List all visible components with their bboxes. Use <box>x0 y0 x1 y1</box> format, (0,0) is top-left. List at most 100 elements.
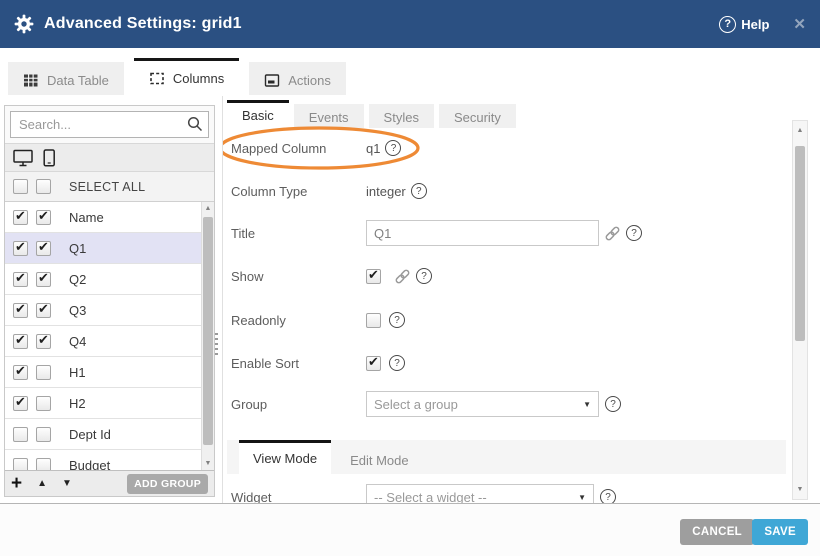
readonly-checkbox[interactable]: ✔ <box>366 313 381 328</box>
tab-edit-mode[interactable]: Edit Mode <box>336 444 423 474</box>
search-icon[interactable] <box>186 115 204 133</box>
move-up-button[interactable]: ▲ <box>37 478 47 489</box>
desktop-checkbox[interactable]: ✔ <box>13 272 28 287</box>
field-widget: Widget -- Select a widget -- ▼ ? <box>231 484 782 503</box>
desktop-checkbox[interactable]: ✔ <box>13 334 28 349</box>
mobile-checkbox[interactable]: ✔ <box>36 427 51 442</box>
group-select-value: Select a group <box>374 397 458 412</box>
scroll-down-icon[interactable]: ▼ <box>202 460 214 467</box>
list-item[interactable]: ✔ ✔ Q3 <box>5 295 214 326</box>
help-icon[interactable]: ? <box>385 140 401 156</box>
column-label: Budget <box>69 458 110 471</box>
help-circle-icon[interactable]: ? <box>719 16 736 33</box>
search-input[interactable] <box>10 111 209 138</box>
move-down-button[interactable]: ▼ <box>62 478 72 489</box>
desktop-checkbox[interactable]: ✔ <box>13 210 28 225</box>
help-icon[interactable]: ? <box>389 312 405 328</box>
tab-data-table[interactable]: Data Table <box>8 62 124 95</box>
tab-actions[interactable]: Actions <box>249 62 346 95</box>
columns-marquee-icon <box>149 71 165 86</box>
dialog-footer: CANCEL SAVE <box>0 504 820 556</box>
help-icon[interactable]: ? <box>626 225 642 241</box>
subtab-events[interactable]: Events <box>294 104 364 128</box>
select-all-desktop-checkbox[interactable]: ✔ <box>13 179 28 194</box>
close-icon[interactable]: ✕ <box>793 15 806 33</box>
mobile-checkbox[interactable]: ✔ <box>36 272 51 287</box>
column-label: Q4 <box>69 334 86 349</box>
field-title: Title ? <box>231 220 782 246</box>
list-item[interactable]: ✔ ✔ Name <box>5 202 214 233</box>
cancel-button[interactable]: CANCEL <box>680 519 754 545</box>
desktop-checkbox[interactable]: ✔ <box>13 365 28 380</box>
link-icon[interactable] <box>394 268 411 285</box>
add-group-button[interactable]: ADD GROUP <box>127 474 208 494</box>
help-icon[interactable]: ? <box>416 268 432 284</box>
data-table-icon <box>23 73 39 88</box>
tab-view-mode[interactable]: View Mode <box>239 440 331 474</box>
link-icon[interactable] <box>604 225 621 242</box>
chevron-down-icon: ▼ <box>578 493 586 502</box>
help-link[interactable]: Help <box>741 17 769 32</box>
settings-subtabs: Basic Events Styles Security <box>227 100 516 128</box>
scrollbar-thumb[interactable] <box>795 146 805 341</box>
mobile-icon[interactable] <box>43 149 56 167</box>
title-input[interactable] <box>366 220 599 246</box>
mode-tabs-band: View Mode Edit Mode <box>227 440 786 474</box>
mobile-checkbox[interactable]: ✔ <box>36 458 51 471</box>
help-icon[interactable]: ? <box>605 396 621 412</box>
select-all-row: ✔ ✔ SELECT ALL <box>5 172 214 202</box>
list-item[interactable]: ✔ ✔ H2 <box>5 388 214 419</box>
desktop-checkbox[interactable]: ✔ <box>13 427 28 442</box>
mobile-checkbox[interactable]: ✔ <box>36 365 51 380</box>
widget-select-value: -- Select a widget -- <box>374 490 487 504</box>
save-button[interactable]: SAVE <box>752 519 808 545</box>
help-icon[interactable]: ? <box>411 183 427 199</box>
desktop-checkbox[interactable]: ✔ <box>13 396 28 411</box>
mobile-checkbox[interactable]: ✔ <box>36 210 51 225</box>
panel-resize-handle[interactable] <box>215 333 218 355</box>
chevron-down-icon: ▼ <box>583 400 591 409</box>
widget-select[interactable]: -- Select a widget -- ▼ <box>366 484 594 503</box>
desktop-checkbox[interactable]: ✔ <box>13 303 28 318</box>
subtab-basic[interactable]: Basic <box>227 100 289 128</box>
select-all-mobile-checkbox[interactable]: ✔ <box>36 179 51 194</box>
subtab-styles[interactable]: Styles <box>369 104 434 128</box>
scroll-up-icon[interactable]: ▲ <box>202 205 214 212</box>
column-label: H1 <box>69 365 86 380</box>
field-show: Show ✔ ? <box>231 263 782 289</box>
column-type-value: integer <box>366 184 406 199</box>
subtab-security[interactable]: Security <box>439 104 516 128</box>
field-readonly: Readonly ✔ ? <box>231 307 782 333</box>
list-item[interactable]: ✔ ✔ H1 <box>5 357 214 388</box>
list-item[interactable]: ✔ ✔ Q1 <box>5 233 214 264</box>
list-item[interactable]: ✔ ✔ Q4 <box>5 326 214 357</box>
desktop-checkbox[interactable]: ✔ <box>13 241 28 256</box>
help-icon[interactable]: ? <box>600 489 616 503</box>
list-item[interactable]: ✔ ✔ Q2 <box>5 264 214 295</box>
list-item[interactable]: ✔ ✔ Budget <box>5 450 214 470</box>
mobile-checkbox[interactable]: ✔ <box>36 241 51 256</box>
column-label: Q2 <box>69 272 86 287</box>
column-label: Q1 <box>69 241 86 256</box>
panel-scrollbar[interactable]: ▲ ▼ <box>792 120 808 500</box>
add-column-button[interactable]: + <box>11 475 22 493</box>
list-item[interactable]: ✔ ✔ Dept Id <box>5 419 214 450</box>
list-scrollbar[interactable]: ▲ ▼ <box>201 202 214 470</box>
desktop-icon[interactable] <box>13 149 34 167</box>
desktop-checkbox[interactable]: ✔ <box>13 458 28 471</box>
scrollbar-thumb[interactable] <box>203 217 213 445</box>
mobile-checkbox[interactable]: ✔ <box>36 396 51 411</box>
mobile-checkbox[interactable]: ✔ <box>36 303 51 318</box>
show-checkbox[interactable]: ✔ <box>366 269 381 284</box>
scroll-up-icon[interactable]: ▲ <box>793 127 807 134</box>
device-visibility-row <box>5 143 214 172</box>
dialog-content: ✔ ✔ SELECT ALL ✔ ✔ Name ✔ ✔ Q1 ✔ ✔ Q2 ✔ <box>0 95 820 504</box>
tab-columns[interactable]: Columns <box>134 58 239 95</box>
field-mapped-column: Mapped Column q1 ? <box>231 135 782 161</box>
scroll-down-icon[interactable]: ▼ <box>793 486 807 493</box>
help-icon[interactable]: ? <box>389 355 405 371</box>
mobile-checkbox[interactable]: ✔ <box>36 334 51 349</box>
tab-label: Data Table <box>47 73 109 88</box>
enable-sort-checkbox[interactable]: ✔ <box>366 356 381 371</box>
group-select[interactable]: Select a group ▼ <box>366 391 599 417</box>
